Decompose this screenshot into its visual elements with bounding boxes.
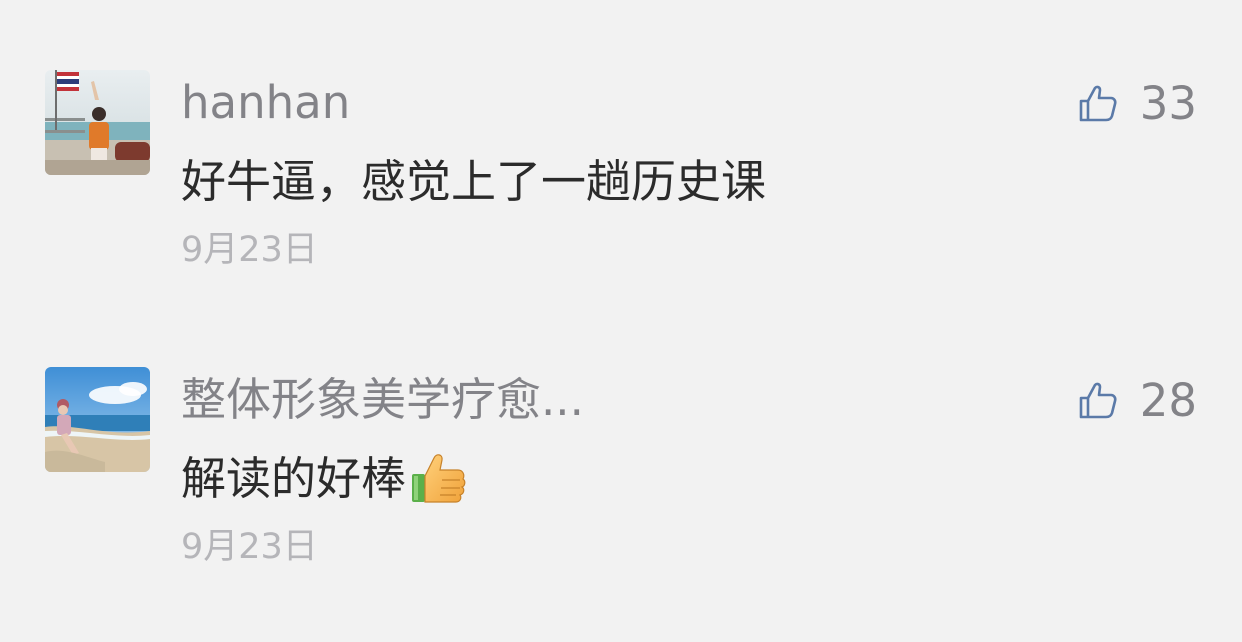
like-button[interactable]: 33 xyxy=(1078,74,1197,134)
username[interactable]: 整体形象美学疗愈... xyxy=(181,370,584,430)
comment-text: 解读的好棒 xyxy=(181,447,468,511)
avatar-woman-on-boat-icon xyxy=(45,70,150,175)
username[interactable]: hanhan xyxy=(181,73,350,133)
thumbs-up-emoji-icon xyxy=(412,454,466,503)
thumbs-up-outline-icon xyxy=(1079,85,1117,122)
user-avatar[interactable] xyxy=(45,367,150,472)
avatar-woman-on-beach-icon xyxy=(45,367,150,472)
comment-date: 9月23日 xyxy=(181,527,318,567)
like-count: 33 xyxy=(1139,77,1197,130)
comment-text: 好牛逼，感觉上了一趟历史课 xyxy=(181,155,767,208)
user-avatar[interactable] xyxy=(45,70,150,175)
comment-text-content: 解读的好棒 xyxy=(181,452,407,505)
like-button[interactable]: 28 xyxy=(1078,371,1197,431)
comment-list: hanhan 好牛逼，感觉上了一趟历史课 9月23日 33 整体形象美学疗愈..… xyxy=(0,0,1242,642)
thumbs-up-outline-icon xyxy=(1079,382,1117,419)
like-count: 28 xyxy=(1139,374,1197,427)
comment-date: 9月23日 xyxy=(181,230,318,270)
